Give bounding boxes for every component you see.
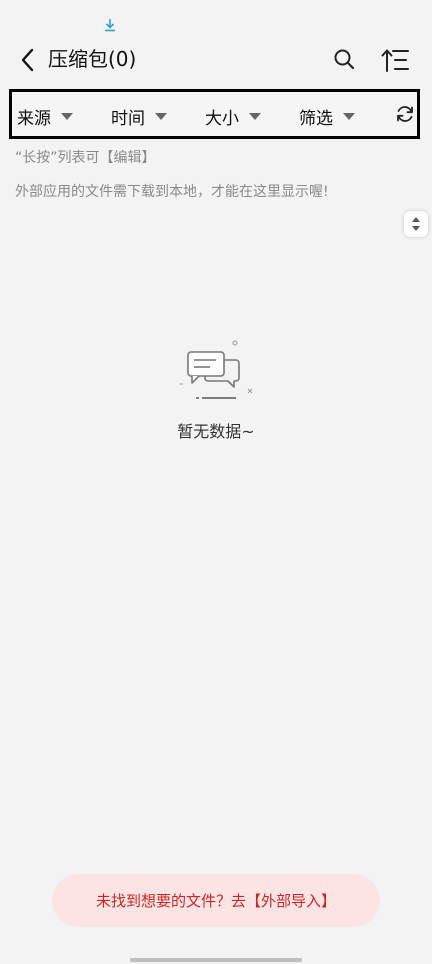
filter-screen[interactable]: 筛选 xyxy=(299,104,355,129)
filter-bar: 来源 时间 大小 筛选 xyxy=(9,89,420,139)
back-icon[interactable] xyxy=(16,46,40,74)
caret-down-icon xyxy=(343,112,355,120)
external-import-button[interactable]: 未找到想要的文件？去【外部导入】 xyxy=(52,874,380,927)
home-indicator xyxy=(130,958,302,962)
download-hint: 外部应用的文件需下载到本地，才能在这里显示喔! xyxy=(15,184,329,200)
edit-hint: “长按”列表可【编辑】 xyxy=(15,150,156,166)
refresh-icon[interactable] xyxy=(395,104,415,124)
page-title: 压缩包(0) xyxy=(48,47,137,71)
scroll-toggle-icon xyxy=(412,217,420,231)
search-icon[interactable] xyxy=(332,47,356,71)
status-bar xyxy=(0,0,432,40)
sort-icon[interactable] xyxy=(380,46,410,74)
filter-size[interactable]: 大小 xyxy=(205,104,261,129)
filter-size-label: 大小 xyxy=(205,108,239,129)
filter-source-label: 来源 xyxy=(17,108,51,129)
caret-down-icon xyxy=(61,112,73,120)
caret-down-icon xyxy=(155,112,167,120)
filter-screen-label: 筛选 xyxy=(299,108,333,129)
filter-time-label: 时间 xyxy=(111,108,145,129)
empty-state-text: 暂无数据~ xyxy=(177,422,255,441)
filter-time[interactable]: 时间 xyxy=(111,104,167,129)
filter-source[interactable]: 来源 xyxy=(17,104,73,129)
header: 压缩包(0) xyxy=(0,40,432,80)
scroll-toggle-button[interactable] xyxy=(404,211,428,237)
caret-down-icon xyxy=(249,112,261,120)
download-icon xyxy=(105,19,115,32)
empty-chat-icon xyxy=(180,340,253,399)
